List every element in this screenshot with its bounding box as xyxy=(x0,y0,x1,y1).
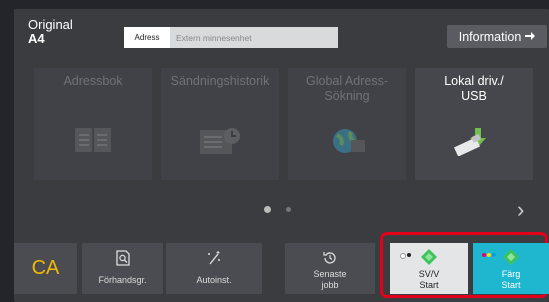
auto-settings-label: Autoinst. xyxy=(196,275,232,285)
address-placeholder: Extern minnesenhet xyxy=(176,32,252,43)
history-list-icon xyxy=(161,126,279,156)
tile-global-search[interactable]: Global Adress- Sökning xyxy=(288,68,406,180)
original-label: Original xyxy=(28,17,73,32)
tile-label: Global Adress- Sökning xyxy=(306,74,388,103)
start-diamond-icon xyxy=(473,249,549,265)
usb-drive-icon xyxy=(415,126,533,156)
preview-button[interactable]: Förhandsgr. xyxy=(82,243,163,294)
recent-jobs-label: Senaste jobb xyxy=(313,269,347,290)
recent-history-icon xyxy=(285,250,375,266)
address-label: Adress xyxy=(124,27,170,48)
preview-icon xyxy=(82,250,163,266)
chevron-right-icon[interactable]: › xyxy=(517,197,524,223)
recent-jobs-button[interactable]: Senaste jobb xyxy=(285,243,375,294)
page-indicator xyxy=(264,206,291,213)
color-start-button[interactable]: Färg Start xyxy=(473,243,549,294)
bw-start-button[interactable]: SV/V Start xyxy=(390,243,468,294)
address-book-icon xyxy=(34,126,152,154)
auto-settings-button[interactable]: Autoinst. xyxy=(166,243,262,294)
original-info[interactable]: Original A4 xyxy=(28,18,73,46)
arrow-right-icon xyxy=(525,30,536,44)
tile-send-history[interactable]: Sändningshistorik xyxy=(161,68,279,180)
tile-label: Adressbok xyxy=(63,74,123,88)
clear-all-button[interactable]: CA xyxy=(14,243,77,294)
magic-wand-icon xyxy=(166,250,262,266)
tile-usb[interactable]: Lokal driv./USB xyxy=(415,68,533,180)
preview-label: Förhandsgr. xyxy=(98,275,147,285)
tile-label: Lokal driv./USB xyxy=(444,74,504,103)
globe-icon xyxy=(288,126,406,156)
information-label: Information xyxy=(458,29,522,44)
information-button[interactable]: Information xyxy=(447,25,547,48)
bw-start-label: SV/V Start xyxy=(418,269,440,290)
page-dot xyxy=(286,207,291,212)
address-field[interactable]: Adress Extern minnesenhet xyxy=(124,27,338,48)
start-diamond-icon xyxy=(390,249,468,265)
color-start-label: Färg Start xyxy=(501,269,521,290)
original-size: A4 xyxy=(28,31,45,46)
device-screen: Original A4 Adress Extern minnesenhet In… xyxy=(0,0,549,302)
page-dot-active xyxy=(264,206,271,213)
tile-address-book[interactable]: Adressbok xyxy=(34,68,152,180)
tile-label: Sändningshistorik xyxy=(170,74,270,88)
